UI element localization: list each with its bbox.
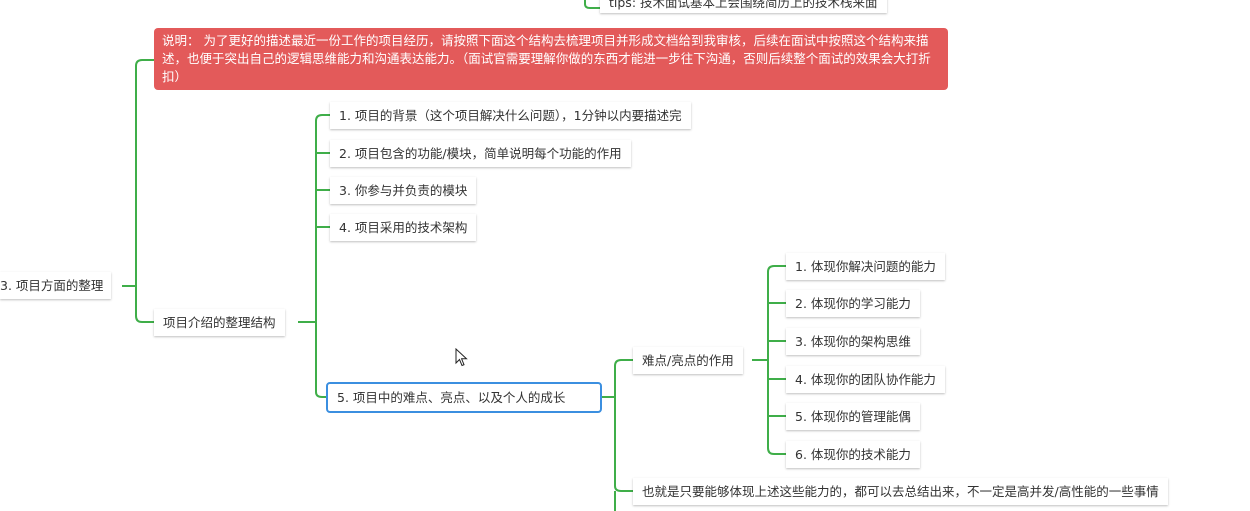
highlight-node[interactable]: 难点/亮点的作用 bbox=[633, 347, 743, 374]
highlight-label: 难点/亮点的作用 bbox=[642, 353, 734, 368]
ability-label: 3. 体现你的架构思维 bbox=[795, 334, 911, 349]
top-partial-node[interactable]: tips: 技术面试基本上会围绕简历上的技术栈来面 bbox=[600, 0, 887, 13]
structure-node[interactable]: 项目介绍的整理结构 bbox=[154, 309, 285, 336]
item-label: 1. 项目的背景（这个项目解决什么问题），1分钟以内要描述完 bbox=[339, 108, 682, 123]
ability-node-6[interactable]: 6. 体现你的技术能力 bbox=[786, 441, 920, 468]
ability-node-4[interactable]: 4. 体现你的团队协作能力 bbox=[786, 366, 945, 393]
root-node[interactable]: 3. 项目方面的整理 bbox=[0, 272, 112, 299]
item-label: 5. 项目中的难点、亮点、以及个人的成长 bbox=[337, 390, 566, 405]
top-partial-label: tips: 技术面试基本上会围绕简历上的技术栈来面 bbox=[609, 0, 878, 10]
ability-label: 2. 体现你的学习能力 bbox=[795, 296, 911, 311]
ability-label: 4. 体现你的团队协作能力 bbox=[795, 372, 936, 387]
item-node-2[interactable]: 2. 项目包含的功能/模块，简单说明每个功能的作用 bbox=[330, 140, 631, 167]
note-box[interactable]: 说明： 为了更好的描述最近一份工作的项目经历，请按照下面这个结构去梳理项目并形成… bbox=[154, 28, 948, 90]
item-node-4[interactable]: 4. 项目采用的技术架构 bbox=[330, 214, 477, 241]
root-label: 3. 项目方面的整理 bbox=[0, 278, 104, 293]
note-text: 说明： 为了更好的描述最近一份工作的项目经历，请按照下面这个结构去梳理项目并形成… bbox=[162, 33, 931, 84]
ability-node-5[interactable]: 5. 体现你的管理能偶 bbox=[786, 403, 920, 430]
ability-node-3[interactable]: 3. 体现你的架构思维 bbox=[786, 328, 920, 355]
item-node-5-selected[interactable]: 5. 项目中的难点、亮点、以及个人的成长 bbox=[326, 382, 602, 413]
ability-node-1[interactable]: 1. 体现你解决问题的能力 bbox=[786, 253, 945, 280]
mouse-cursor-icon bbox=[455, 348, 468, 367]
ability-label: 6. 体现你的技术能力 bbox=[795, 447, 911, 462]
item-node-3[interactable]: 3. 你参与并负责的模块 bbox=[330, 177, 477, 204]
item-node-1[interactable]: 1. 项目的背景（这个项目解决什么问题），1分钟以内要描述完 bbox=[330, 102, 691, 129]
ability-node-2[interactable]: 2. 体现你的学习能力 bbox=[786, 290, 920, 317]
item-label: 4. 项目采用的技术架构 bbox=[339, 220, 468, 235]
summary-node[interactable]: 也就是只要能够体现上述这些能力的，都可以去总结出来，不一定是高并发/高性能的一些… bbox=[633, 478, 1168, 505]
ability-label: 5. 体现你的管理能偶 bbox=[795, 409, 911, 424]
summary-label: 也就是只要能够体现上述这些能力的，都可以去总结出来，不一定是高并发/高性能的一些… bbox=[642, 484, 1159, 499]
item-label: 3. 你参与并负责的模块 bbox=[339, 183, 468, 198]
item-label: 2. 项目包含的功能/模块，简单说明每个功能的作用 bbox=[339, 146, 622, 161]
structure-label: 项目介绍的整理结构 bbox=[163, 315, 276, 330]
ability-label: 1. 体现你解决问题的能力 bbox=[795, 259, 936, 274]
